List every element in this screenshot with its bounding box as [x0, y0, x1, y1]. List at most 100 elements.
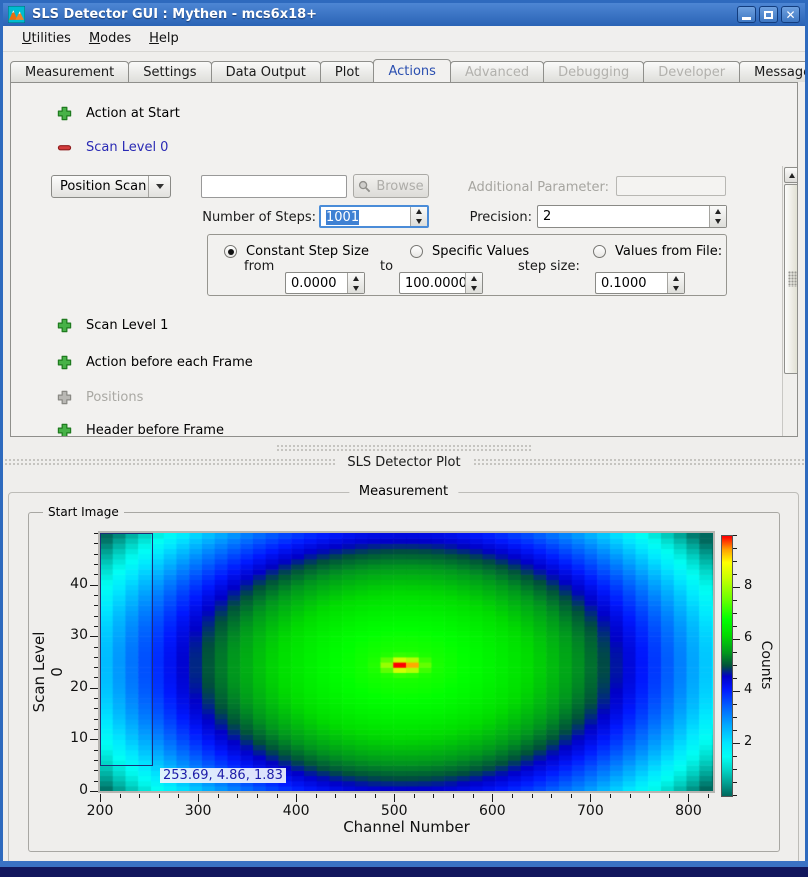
x-minor-tick: [375, 794, 376, 798]
spin-up-icon[interactable]: [466, 273, 482, 283]
y-minor-tick: [94, 750, 98, 751]
minimize-button[interactable]: [737, 6, 756, 23]
radio-dot-icon[interactable]: [410, 245, 423, 258]
scan-script-input[interactable]: [201, 175, 347, 198]
spin-up-icon[interactable]: [668, 273, 684, 283]
action-item-header-before-frame[interactable]: Header before Frame: [57, 422, 224, 437]
spin-down-icon[interactable]: [348, 283, 364, 293]
additional-parameter-input[interactable]: [616, 176, 726, 196]
cbar-minor-tick: [733, 561, 737, 562]
heatmap-plot[interactable]: [100, 533, 713, 791]
action-item-scan-level-1[interactable]: Scan Level 1: [57, 317, 168, 333]
cbar-major-tick: [733, 587, 740, 588]
close-button[interactable]: ✕: [781, 6, 800, 23]
x-minor-tick: [453, 794, 454, 798]
dock-texture: [473, 458, 808, 467]
tab-advanced[interactable]: Advanced: [450, 61, 544, 82]
action-item-label: Scan Level 1: [86, 318, 168, 333]
tab-measurement[interactable]: Measurement: [10, 61, 129, 82]
y-minor-tick: [94, 760, 98, 761]
step-size-spinbox[interactable]: 0.1000: [595, 272, 685, 294]
cbar-minor-tick: [733, 769, 737, 770]
spin-down-icon[interactable]: [466, 283, 482, 293]
vertical-scrollbar[interactable]: [782, 166, 798, 437]
menu-modes[interactable]: Modes: [80, 28, 140, 49]
x-major-tick: [394, 794, 395, 802]
number-of-steps-label: Number of Steps:: [186, 210, 316, 225]
x-minor-tick: [669, 794, 670, 798]
radio-specific-values[interactable]: Specific Values: [410, 244, 529, 259]
spin-down-icon[interactable]: [411, 217, 427, 227]
action-item-scan-level-0[interactable]: Scan Level 0: [57, 139, 168, 155]
plot-dock-titlebar[interactable]: SLS Detector Plot: [0, 454, 808, 470]
to-spinbox[interactable]: 100.0000: [399, 272, 483, 294]
y-minor-tick: [94, 616, 98, 617]
y-minor-tick: [94, 708, 98, 709]
radio-label: Values from File:: [615, 244, 722, 259]
cbar-major-tick: [733, 691, 740, 692]
scrollbar-thumb[interactable]: [784, 184, 798, 374]
cbar-minor-tick: [733, 704, 737, 705]
x-tick-label: 600: [472, 803, 512, 819]
menu-help[interactable]: Help: [140, 28, 188, 49]
plus-green-icon[interactable]: [57, 423, 72, 438]
to-value: 100.0000: [400, 273, 465, 293]
plus-green-icon[interactable]: [57, 355, 72, 370]
spin-buttons[interactable]: [347, 273, 364, 293]
tab-data-output[interactable]: Data Output: [211, 61, 321, 82]
scan-mode-value: Position Scan: [52, 179, 148, 194]
spin-buttons[interactable]: [709, 206, 726, 227]
tab-settings[interactable]: Settings: [128, 61, 211, 82]
tab-actions[interactable]: Actions: [373, 59, 451, 82]
splitter-handle[interactable]: [276, 444, 532, 452]
spin-down-icon[interactable]: [710, 217, 726, 228]
radio-dot-icon[interactable]: [224, 245, 237, 258]
spin-buttons[interactable]: [465, 273, 482, 293]
menu-utilities[interactable]: Utilities: [13, 28, 80, 49]
title-bar[interactable]: SLS Detector GUI : Mythen - mcs6x18+ ✕: [3, 3, 805, 26]
x-tick-label: 700: [570, 803, 610, 819]
tab-plot[interactable]: Plot: [320, 61, 375, 82]
combo-dropdown-button[interactable]: [148, 176, 170, 197]
actions-tab-pane: Action at Start Scan Level 0 Scan Level 1 A…: [10, 82, 798, 437]
radio-constant-step-size[interactable]: Constant Step Size: [224, 244, 369, 259]
scroll-up-button[interactable]: [784, 167, 798, 183]
x-tick-label: 800: [668, 803, 708, 819]
y-minor-tick: [94, 605, 98, 606]
spin-buttons[interactable]: [410, 207, 427, 226]
action-item-positions[interactable]: Positions: [57, 389, 143, 405]
to-label: to: [380, 259, 393, 274]
spin-up-icon[interactable]: [348, 273, 364, 283]
action-item-action-at-start[interactable]: Action at Start: [57, 105, 180, 121]
tab-messages[interactable]: Messages: [739, 61, 808, 82]
spin-down-icon[interactable]: [668, 283, 684, 293]
maximize-button[interactable]: [759, 6, 778, 23]
number-of-steps-spinbox[interactable]: 1001: [319, 205, 429, 228]
minus-red-icon[interactable]: [57, 140, 72, 155]
y-major-tick: [90, 585, 98, 586]
spin-buttons[interactable]: [667, 273, 684, 293]
additional-parameter-label: Additional Parameter:: [441, 180, 609, 195]
tab-developer[interactable]: Developer: [643, 61, 740, 82]
browse-button[interactable]: Browse: [353, 174, 429, 198]
plus-gray-icon[interactable]: [57, 390, 72, 405]
x-minor-tick: [120, 794, 121, 798]
plus-green-icon[interactable]: [57, 106, 72, 121]
y-minor-tick: [94, 626, 98, 627]
precision-spinbox[interactable]: 2: [537, 205, 727, 228]
spin-up-icon[interactable]: [411, 207, 427, 217]
spin-up-icon[interactable]: [710, 206, 726, 217]
radio-values-from-file-[interactable]: Values from File:: [593, 244, 722, 259]
tab-debugging[interactable]: Debugging: [543, 61, 644, 82]
action-item-action-before-each-frame[interactable]: Action before each Frame: [57, 354, 253, 370]
radio-dot-icon[interactable]: [593, 245, 606, 258]
x-minor-tick: [433, 794, 434, 798]
from-spinbox[interactable]: 0.0000: [285, 272, 365, 294]
application-window: SLS Detector GUI : Mythen - mcs6x18+ ✕ U…: [0, 0, 808, 877]
cbar-tick-label: 2: [744, 734, 768, 749]
cbar-minor-tick: [733, 548, 737, 549]
y-minor-tick: [94, 781, 98, 782]
y-major-tick: [90, 739, 98, 740]
scan-mode-combobox[interactable]: Position Scan: [51, 175, 171, 198]
plus-green-icon[interactable]: [57, 318, 72, 333]
